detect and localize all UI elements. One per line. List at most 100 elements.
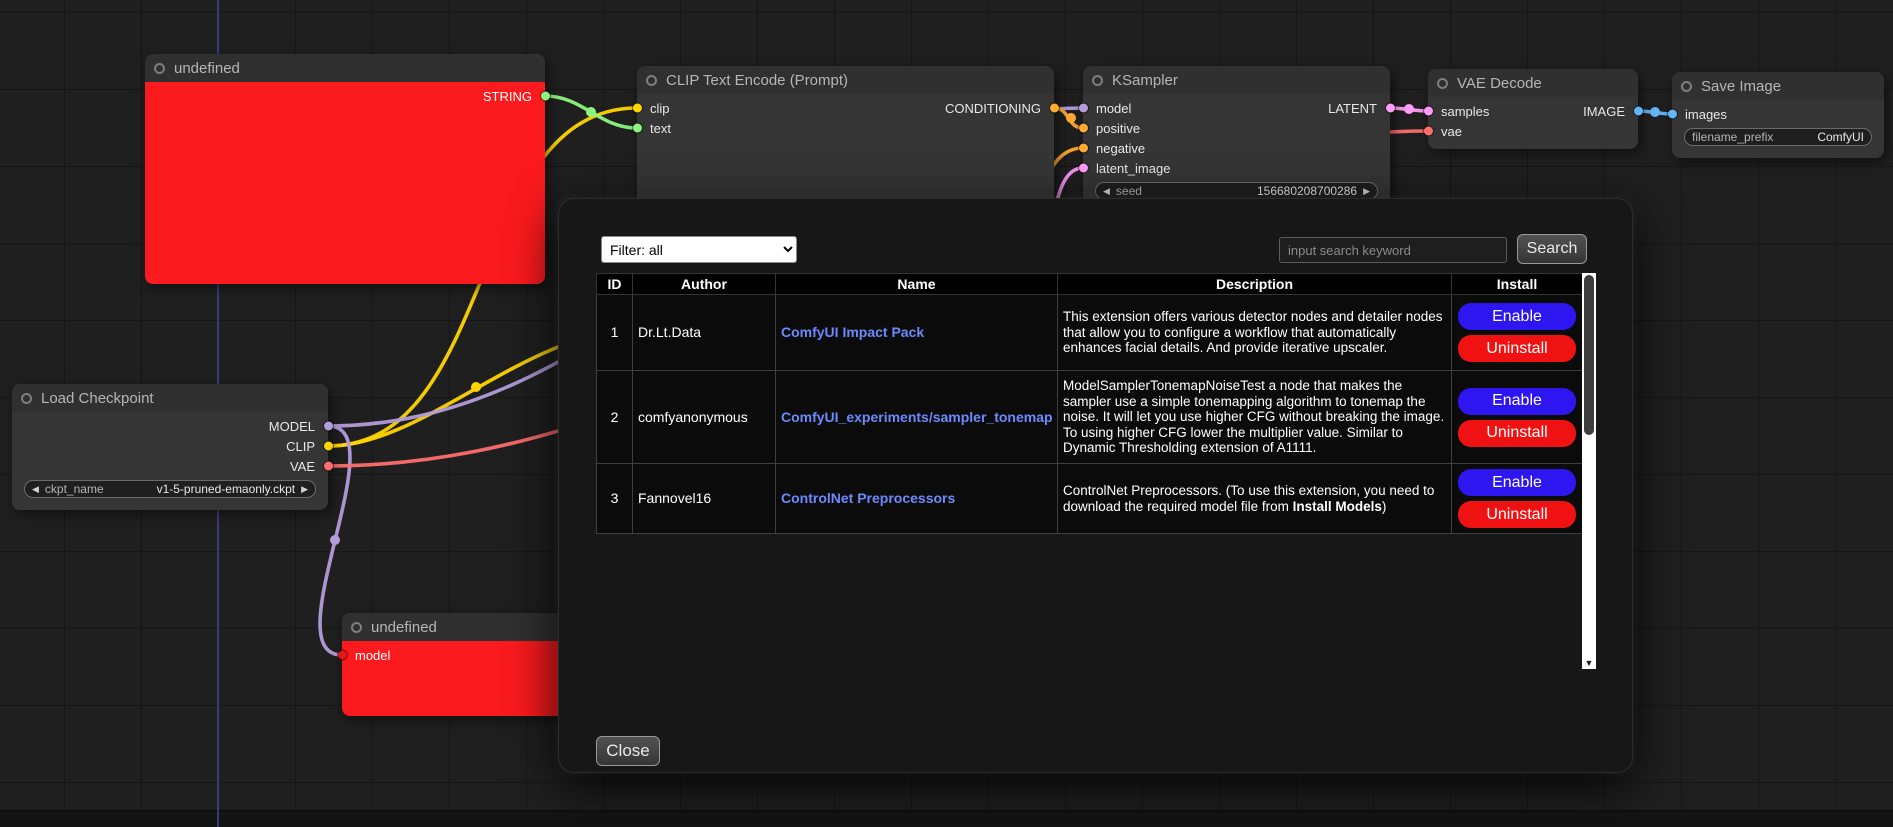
header-name: Name <box>776 274 1058 295</box>
slot-row: CLIP <box>12 436 328 456</box>
widget-right-arrow-icon[interactable]: ▶ <box>1363 187 1370 196</box>
input-port-model[interactable] <box>1079 104 1088 113</box>
cell-name: ControlNet Preprocessors <box>776 464 1058 534</box>
slot-label-clip: clip <box>650 101 670 116</box>
cell-author: Fannovel16 <box>633 464 776 534</box>
extensions-table: ID Author Name Description Install 1 Dr.… <box>596 273 1582 534</box>
slot-row: model LATENT <box>1083 98 1390 118</box>
table-scrollbar[interactable]: ▼ <box>1582 273 1596 669</box>
node-vae-decode[interactable]: VAE Decode samples IMAGE vae <box>1428 69 1638 149</box>
slot-label-vae: VAE <box>290 459 315 474</box>
input-port-clip[interactable] <box>633 104 642 113</box>
node-title: KSampler <box>1112 72 1178 89</box>
slot-row: STRING <box>145 86 545 106</box>
widget-value: v1-5-pruned-emaonly.ckpt <box>157 482 296 496</box>
custom-nodes-manager-dialog: Filter: all Search ID Author Name Descri… <box>558 198 1633 773</box>
node-title: CLIP Text Encode (Prompt) <box>666 72 848 89</box>
output-port-conditioning[interactable] <box>1050 104 1059 113</box>
node-titlebar[interactable]: undefined <box>145 54 545 82</box>
slot-label-image: IMAGE <box>1583 104 1625 119</box>
node-titlebar[interactable]: CLIP Text Encode (Prompt) <box>637 66 1054 94</box>
node-titlebar[interactable]: undefined <box>342 613 570 641</box>
input-port-negative[interactable] <box>1079 144 1088 153</box>
scrollbar-thumb[interactable] <box>1584 275 1594 435</box>
extension-link[interactable]: ComfyUI_experiments/sampler_tonemap <box>781 409 1053 425</box>
node-title: undefined <box>174 60 240 77</box>
widget-label: seed <box>1116 184 1142 198</box>
extension-link[interactable]: ComfyUI Impact Pack <box>781 324 924 340</box>
slot-row: VAE <box>12 456 328 476</box>
node-collapse-icon[interactable] <box>646 75 657 86</box>
widget-left-arrow-icon[interactable]: ◀ <box>32 485 39 494</box>
cell-install: Enable Uninstall <box>1452 464 1583 534</box>
uninstall-button[interactable]: Uninstall <box>1458 501 1576 528</box>
node-undefined-top[interactable]: undefined STRING <box>145 54 545 284</box>
description-bold-text: Install Models <box>1293 499 1382 514</box>
input-port-model[interactable] <box>338 651 347 660</box>
input-port-text[interactable] <box>633 124 642 133</box>
slot-row: vae <box>1428 121 1638 141</box>
header-author: Author <box>633 274 776 295</box>
node-titlebar[interactable]: KSampler <box>1083 66 1390 94</box>
output-port-latent[interactable] <box>1386 104 1395 113</box>
slot-label-model: MODEL <box>269 419 315 434</box>
node-collapse-icon[interactable] <box>1092 75 1103 86</box>
slot-label-samples: samples <box>1441 104 1489 119</box>
node-collapse-icon[interactable] <box>351 622 362 633</box>
widget-value: 156680208700286 <box>1257 184 1357 198</box>
extension-link[interactable]: ControlNet Preprocessors <box>781 490 955 506</box>
node-title: Load Checkpoint <box>41 390 154 407</box>
search-button[interactable]: Search <box>1517 234 1587 264</box>
slot-row: positive <box>1083 118 1390 138</box>
cell-id: 2 <box>597 371 633 464</box>
node-undefined-bottom[interactable]: undefined model <box>342 613 570 716</box>
node-load-checkpoint[interactable]: Load Checkpoint MODEL CLIP VAE ◀ ckpt_na… <box>12 384 328 510</box>
enable-button[interactable]: Enable <box>1458 303 1576 330</box>
node-collapse-icon[interactable] <box>154 63 165 74</box>
widget-right-arrow-icon[interactable]: ▶ <box>301 485 308 494</box>
slot-row: samples IMAGE <box>1428 101 1638 121</box>
slot-label-model: model <box>1096 101 1131 116</box>
cell-author: comfyanonymous <box>633 371 776 464</box>
filter-select[interactable]: Filter: all <box>601 236 797 263</box>
output-port-vae[interactable] <box>324 462 333 471</box>
node-title: VAE Decode <box>1457 75 1542 92</box>
table-row: 2 comfyanonymous ComfyUI_experiments/sam… <box>597 371 1583 464</box>
node-titlebar[interactable]: Save Image <box>1672 72 1884 100</box>
filename-prefix-widget[interactable]: filename_prefix ComfyUI <box>1684 128 1872 146</box>
input-port-positive[interactable] <box>1079 124 1088 133</box>
widget-left-arrow-icon[interactable]: ◀ <box>1103 187 1110 196</box>
input-port-samples[interactable] <box>1424 107 1433 116</box>
scroll-down-icon[interactable]: ▼ <box>1582 658 1596 668</box>
node-collapse-icon[interactable] <box>1681 81 1692 92</box>
header-id: ID <box>597 274 633 295</box>
input-port-latent-image[interactable] <box>1079 164 1088 173</box>
cell-description: This extension offers various detector n… <box>1058 295 1452 371</box>
node-titlebar[interactable]: VAE Decode <box>1428 69 1638 97</box>
close-button[interactable]: Close <box>596 736 660 766</box>
cell-id: 3 <box>597 464 633 534</box>
search-input[interactable] <box>1279 237 1507 263</box>
node-titlebar[interactable]: Load Checkpoint <box>12 384 328 412</box>
node-save-image[interactable]: Save Image images filename_prefix ComfyU… <box>1672 72 1884 158</box>
uninstall-button[interactable]: Uninstall <box>1458 420 1576 447</box>
input-port-vae[interactable] <box>1424 127 1433 136</box>
graph-canvas[interactable]: undefined STRING CLIP Text Encode (Promp… <box>0 0 1893 827</box>
link-string-to-text-input <box>545 96 637 128</box>
slot-label-string: STRING <box>483 89 532 104</box>
input-port-images[interactable] <box>1668 110 1677 119</box>
enable-button[interactable]: Enable <box>1458 388 1576 415</box>
widget-value: ComfyUI <box>1817 130 1864 144</box>
ckpt-name-widget[interactable]: ◀ ckpt_name v1-5-pruned-emaonly.ckpt ▶ <box>24 480 316 498</box>
output-port-string[interactable] <box>541 92 550 101</box>
node-collapse-icon[interactable] <box>21 393 32 404</box>
link-midpoint-dot <box>471 382 481 392</box>
uninstall-button[interactable]: Uninstall <box>1458 335 1576 362</box>
output-port-clip[interactable] <box>324 442 333 451</box>
output-port-model[interactable] <box>324 422 333 431</box>
link-midpoint-dot <box>586 107 596 117</box>
output-port-image[interactable] <box>1634 107 1643 116</box>
link-midpoint-dot <box>1066 113 1076 123</box>
node-collapse-icon[interactable] <box>1437 78 1448 89</box>
enable-button[interactable]: Enable <box>1458 469 1576 496</box>
